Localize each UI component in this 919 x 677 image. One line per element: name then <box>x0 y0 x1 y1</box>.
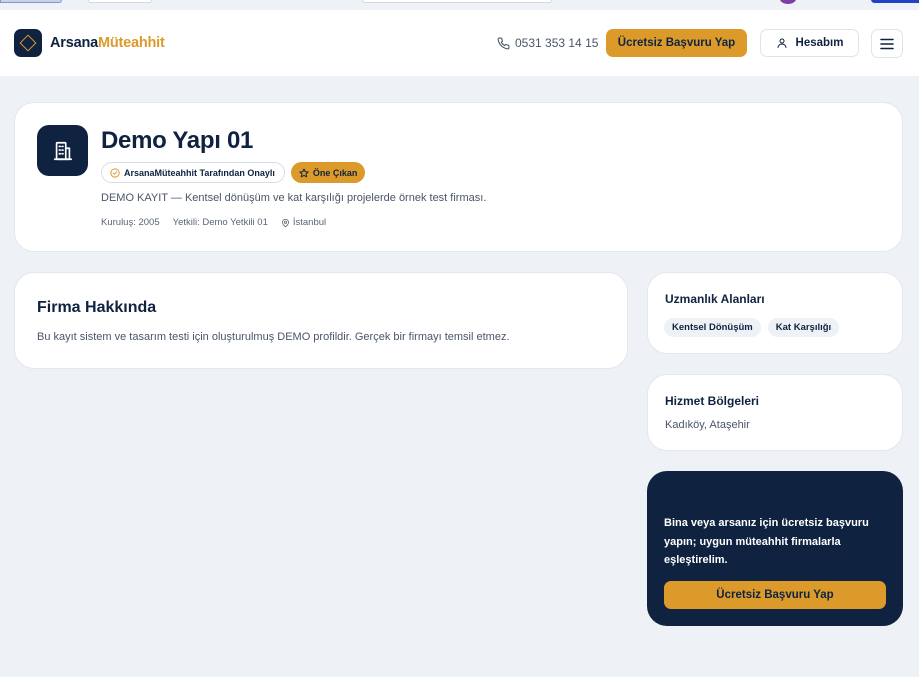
badge-row: ArsanaMüteahhit Tarafından Onaylı Öne Çı… <box>101 162 366 183</box>
apply-cta-button[interactable]: Ücretsiz Başvuru Yap <box>664 581 886 609</box>
verified-badge: ArsanaMüteahhit Tarafından Onaylı <box>101 162 285 183</box>
company-location: İstanbul <box>281 217 326 228</box>
expertise-card: Uzmanlık Alanları Kentsel Dönüşüm Kat Ka… <box>647 272 903 354</box>
regions-title: Hizmet Bölgeleri <box>665 394 760 408</box>
user-icon <box>777 38 787 48</box>
company-description: DEMO KAYIT — Kentsel dönüşüm ve kat karş… <box>101 192 487 204</box>
expertise-title: Uzmanlık Alanları <box>665 292 765 306</box>
company-avatar <box>37 125 88 176</box>
browser-action-button[interactable] <box>871 0 919 3</box>
check-circle-icon <box>110 167 120 178</box>
site-header: ArsanaMüteahhit 0531 353 14 15 Ücretsiz … <box>0 10 919 76</box>
featured-badge-label: Öne Çıkan <box>312 167 358 178</box>
browser-address-bar[interactable] <box>362 0 552 3</box>
about-card: Firma Hakkında Bu kayıt sistem ve tasarı… <box>14 272 628 369</box>
featured-badge: Öne Çıkan <box>290 162 366 183</box>
diamond-logo-icon <box>14 29 42 57</box>
account-button[interactable]: Hesabım <box>760 29 859 57</box>
hamburger-menu-icon <box>880 38 894 49</box>
phone-number: 0531 353 14 15 <box>515 36 599 50</box>
browser-tab[interactable] <box>0 0 62 3</box>
cta-text: Bina veya arsanız için ücretsiz başvuru … <box>664 517 869 566</box>
profile-avatar[interactable] <box>780 0 796 4</box>
contact-person: Yetkili: Demo Yetkili 01 <box>172 217 268 228</box>
account-label: Hesabım <box>795 37 844 49</box>
service-regions-card: Hizmet Bölgeleri Kadıköy, Ataşehir <box>647 374 903 451</box>
expertise-tag: Kentsel Dönüşüm <box>664 318 761 337</box>
regions-value: Kadıköy, Ataşehir <box>665 419 750 431</box>
company-meta: Kuruluş: 2005 Yetkili: Demo Yetkili 01 İ… <box>101 217 326 228</box>
site-logo[interactable]: ArsanaMüteahhit <box>14 29 165 57</box>
company-name: Demo Yapı 01 <box>101 127 254 154</box>
menu-button[interactable] <box>871 29 903 58</box>
browser-top-strip <box>0 0 919 10</box>
founded-year: Kuruluş: 2005 <box>101 217 160 228</box>
company-profile-card: Demo Yapı 01 ArsanaMüteahhit Tarafından … <box>14 102 903 252</box>
phone-link[interactable]: 0531 353 14 15 <box>497 36 598 50</box>
about-title: Firma Hakkında <box>37 299 157 316</box>
verified-badge-label: ArsanaMüteahhit Tarafından Onaylı <box>124 167 275 178</box>
building-icon <box>53 141 72 160</box>
phone-icon <box>497 37 510 49</box>
apply-cta-card: Bina veya arsanız için ücretsiz başvuru … <box>647 471 903 626</box>
logo-text: ArsanaMüteahhit <box>50 35 165 51</box>
map-pin-icon <box>281 218 289 227</box>
star-icon <box>299 168 309 177</box>
browser-tab[interactable] <box>88 0 152 3</box>
location-label: İstanbul <box>292 217 327 228</box>
about-text: Bu kayıt sistem ve tasarım testi için ol… <box>37 331 510 343</box>
expertise-tag: Kat Karşılığı <box>767 318 840 337</box>
expertise-tags: Kentsel Dönüşüm Kat Karşılığı <box>664 318 840 337</box>
apply-button[interactable]: Ücretsiz Başvuru Yap <box>606 29 747 57</box>
